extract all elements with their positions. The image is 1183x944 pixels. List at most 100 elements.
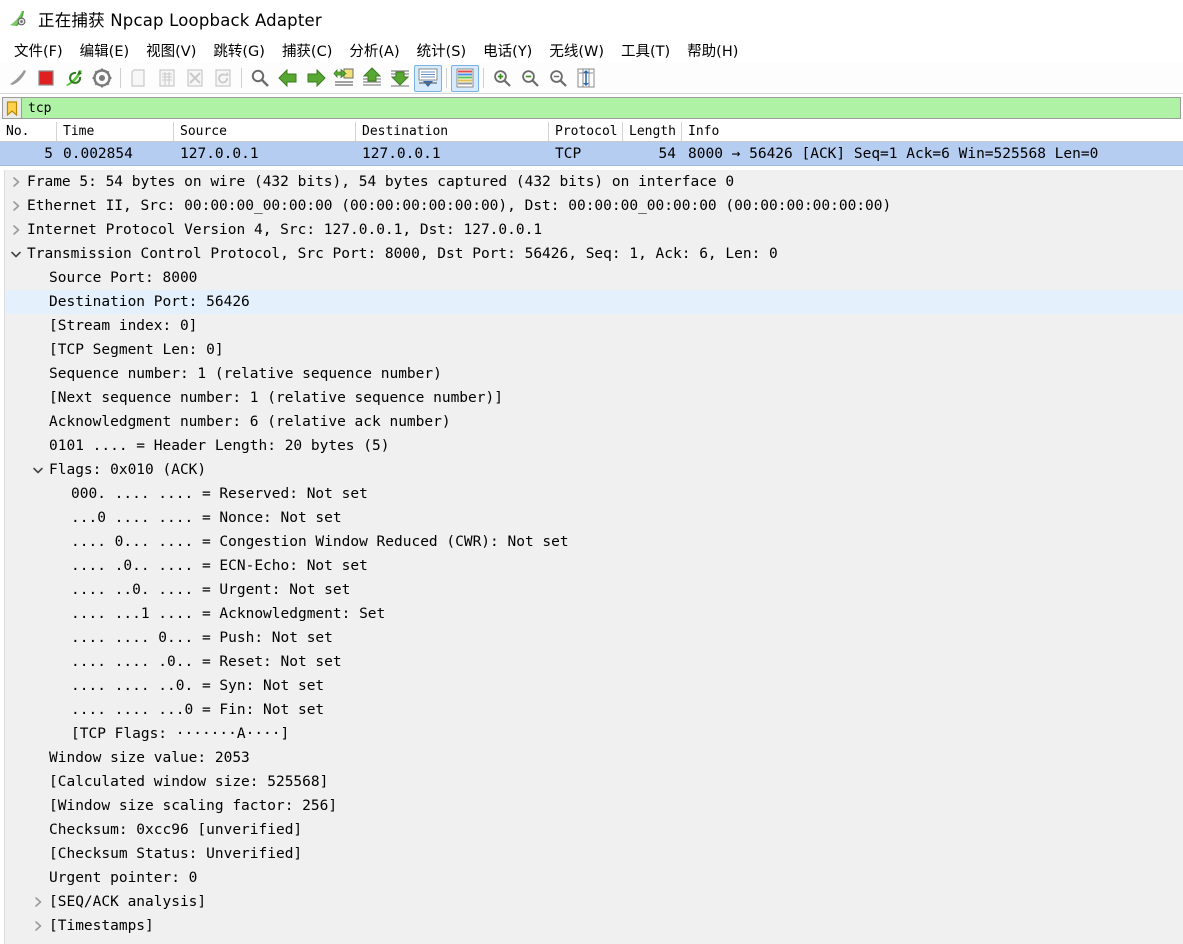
toolbar-separator: [483, 68, 484, 88]
detail-window-size-value[interactable]: Window size value: 2053: [0, 746, 1183, 770]
detail-stream-index[interactable]: [Stream index: 0]: [0, 314, 1183, 338]
window-title: 正在捕获 Npcap Loopback Adapter: [38, 7, 322, 31]
column-info[interactable]: Info: [682, 122, 1183, 141]
detail-window-scaling-factor[interactable]: [Window size scaling factor: 256]: [0, 794, 1183, 818]
zoom-in-icon[interactable]: [488, 65, 516, 92]
detail-ipv4[interactable]: Internet Protocol Version 4, Src: 127.0.…: [0, 218, 1183, 242]
wireshark-window: 正在捕获 Npcap Loopback Adapter 文件(F)编辑(E)视图…: [0, 0, 1183, 944]
detail-row-label: [TCP Flags: ·······A····]: [71, 726, 289, 742]
detail-left-gutter: [0, 170, 5, 944]
detail-flag-nonce[interactable]: ...0 .... .... = Nonce: Not set: [0, 506, 1183, 530]
detail-frame[interactable]: Frame 5: 54 bytes on wire (432 bits), 54…: [0, 170, 1183, 194]
detail-checksum[interactable]: Checksum: 0xcc96 [unverified]: [0, 818, 1183, 842]
detail-next-sequence-number[interactable]: [Next sequence number: 1 (relative seque…: [0, 386, 1183, 410]
detail-flag-cwr[interactable]: .... 0... .... = Congestion Window Reduc…: [0, 530, 1183, 554]
zoom-reset-icon[interactable]: [544, 65, 572, 92]
menu-edit[interactable]: 编辑(E): [72, 38, 138, 63]
chevron-right-icon[interactable]: [5, 224, 27, 236]
chevron-down-icon[interactable]: [5, 250, 27, 259]
packet-list-row[interactable]: 50.002854127.0.0.1127.0.0.1TCP548000 → 5…: [0, 142, 1183, 166]
title-bar: 正在捕获 Npcap Loopback Adapter: [0, 0, 1183, 37]
menu-go[interactable]: 跳转(G): [205, 38, 274, 63]
detail-tcp-flags-summary[interactable]: [TCP Flags: ·······A····]: [0, 722, 1183, 746]
detail-seq-ack-analysis[interactable]: [SEQ/ACK analysis]: [0, 890, 1183, 914]
detail-row-label: .... 0... .... = Congestion Window Reduc…: [71, 534, 569, 550]
detail-calculated-window-size[interactable]: [Calculated window size: 525568]: [0, 770, 1183, 794]
menu-help[interactable]: 帮助(H): [679, 38, 747, 63]
detail-flag-acknowledgment[interactable]: .... ...1 .... = Acknowledgment: Set: [0, 602, 1183, 626]
detail-flags[interactable]: Flags: 0x010 (ACK): [0, 458, 1183, 482]
chevron-right-icon[interactable]: [5, 200, 27, 212]
menu-telephony[interactable]: 电话(Y): [475, 38, 541, 63]
menu-tools[interactable]: 工具(T): [613, 38, 679, 63]
detail-row-label: Transmission Control Protocol, Src Port:…: [27, 246, 778, 262]
colorize-packets-icon[interactable]: [451, 65, 479, 92]
menu-statistics[interactable]: 统计(S): [409, 38, 476, 63]
auto-scroll-icon[interactable]: [414, 65, 442, 92]
column-destination[interactable]: Destination: [356, 122, 549, 141]
chevron-right-icon[interactable]: [5, 176, 27, 188]
detail-tcp-segment-len[interactable]: [TCP Segment Len: 0]: [0, 338, 1183, 362]
column-protocol[interactable]: Protocol: [549, 122, 623, 141]
main-toolbar: [0, 63, 1183, 94]
bookmark-icon[interactable]: [3, 98, 22, 118]
menu-file[interactable]: 文件(F): [6, 38, 72, 63]
zoom-out-icon[interactable]: [516, 65, 544, 92]
detail-flag-syn[interactable]: .... .... ..0. = Syn: Not set: [0, 674, 1183, 698]
detail-source-port[interactable]: Source Port: 8000: [0, 266, 1183, 290]
menu-wireless[interactable]: 无线(W): [541, 38, 613, 63]
detail-flag-reset[interactable]: .... .... .0.. = Reset: Not set: [0, 650, 1183, 674]
chevron-down-icon[interactable]: [27, 466, 49, 475]
go-forward-icon[interactable]: [302, 65, 330, 92]
find-packet-icon[interactable]: [246, 65, 274, 92]
detail-tcp[interactable]: Transmission Control Protocol, Src Port:…: [0, 242, 1183, 266]
detail-flag-ecn-echo[interactable]: .... .0.. .... = ECN-Echo: Not set: [0, 554, 1183, 578]
reload-file-icon: [209, 65, 237, 92]
toolbar-separator: [241, 68, 242, 88]
detail-row-label: [Checksum Status: Unverified]: [49, 846, 302, 862]
detail-row-label: .... .... ...0 = Fin: Not set: [71, 702, 324, 718]
detail-timestamps[interactable]: [Timestamps]: [0, 914, 1183, 938]
packet-cell-source: 127.0.0.1: [174, 146, 356, 162]
detail-row-label: Urgent pointer: 0: [49, 870, 197, 886]
detail-checksum-status[interactable]: [Checksum Status: Unverified]: [0, 842, 1183, 866]
go-to-first-packet-icon[interactable]: [358, 65, 386, 92]
go-to-packet-icon[interactable]: [330, 65, 358, 92]
packet-detail-pane[interactable]: Frame 5: 54 bytes on wire (432 bits), 54…: [0, 170, 1183, 944]
detail-ethernet[interactable]: Ethernet II, Src: 00:00:00_00:00:00 (00:…: [0, 194, 1183, 218]
chevron-right-icon[interactable]: [27, 920, 49, 932]
detail-header-length[interactable]: 0101 .... = Header Length: 20 bytes (5): [0, 434, 1183, 458]
column-no[interactable]: No.: [0, 122, 57, 141]
detail-row-label: .... ...1 .... = Acknowledgment: Set: [71, 606, 385, 622]
detail-row-label: Checksum: 0xcc96 [unverified]: [49, 822, 302, 838]
column-source[interactable]: Source: [174, 122, 356, 141]
capture-options-icon[interactable]: [88, 65, 116, 92]
column-time[interactable]: Time: [57, 122, 174, 141]
detail-flag-push[interactable]: .... .... 0... = Push: Not set: [0, 626, 1183, 650]
detail-destination-port[interactable]: Destination Port: 56426: [0, 290, 1183, 314]
go-to-last-packet-icon[interactable]: [386, 65, 414, 92]
detail-flag-urgent[interactable]: .... ..0. .... = Urgent: Not set: [0, 578, 1183, 602]
close-file-icon: [181, 65, 209, 92]
menu-view[interactable]: 视图(V): [138, 38, 205, 63]
display-filter-input[interactable]: [22, 99, 1180, 117]
chevron-right-icon[interactable]: [27, 896, 49, 908]
packet-list-body: 50.002854127.0.0.1127.0.0.1TCP548000 → 5…: [0, 142, 1183, 166]
detail-row-label: Acknowledgment number: 6 (relative ack n…: [49, 414, 451, 430]
detail-flag-fin[interactable]: .... .... ...0 = Fin: Not set: [0, 698, 1183, 722]
menu-analyze[interactable]: 分析(A): [341, 38, 408, 63]
restart-capture-icon[interactable]: [60, 65, 88, 92]
detail-flag-reserved[interactable]: 000. .... .... = Reserved: Not set: [0, 482, 1183, 506]
resize-columns-icon[interactable]: [572, 65, 600, 92]
detail-row-label: Source Port: 8000: [49, 270, 197, 286]
go-back-icon[interactable]: [274, 65, 302, 92]
display-filter-bar[interactable]: [2, 97, 1181, 119]
detail-row-label: Window size value: 2053: [49, 750, 250, 766]
menu-capture[interactable]: 捕获(C): [274, 38, 341, 63]
column-length[interactable]: Length: [623, 122, 682, 141]
start-capture-icon[interactable]: [4, 65, 32, 92]
detail-urgent-pointer[interactable]: Urgent pointer: 0: [0, 866, 1183, 890]
detail-acknowledgment-number[interactable]: Acknowledgment number: 6 (relative ack n…: [0, 410, 1183, 434]
stop-capture-icon[interactable]: [32, 65, 60, 92]
detail-sequence-number[interactable]: Sequence number: 1 (relative sequence nu…: [0, 362, 1183, 386]
